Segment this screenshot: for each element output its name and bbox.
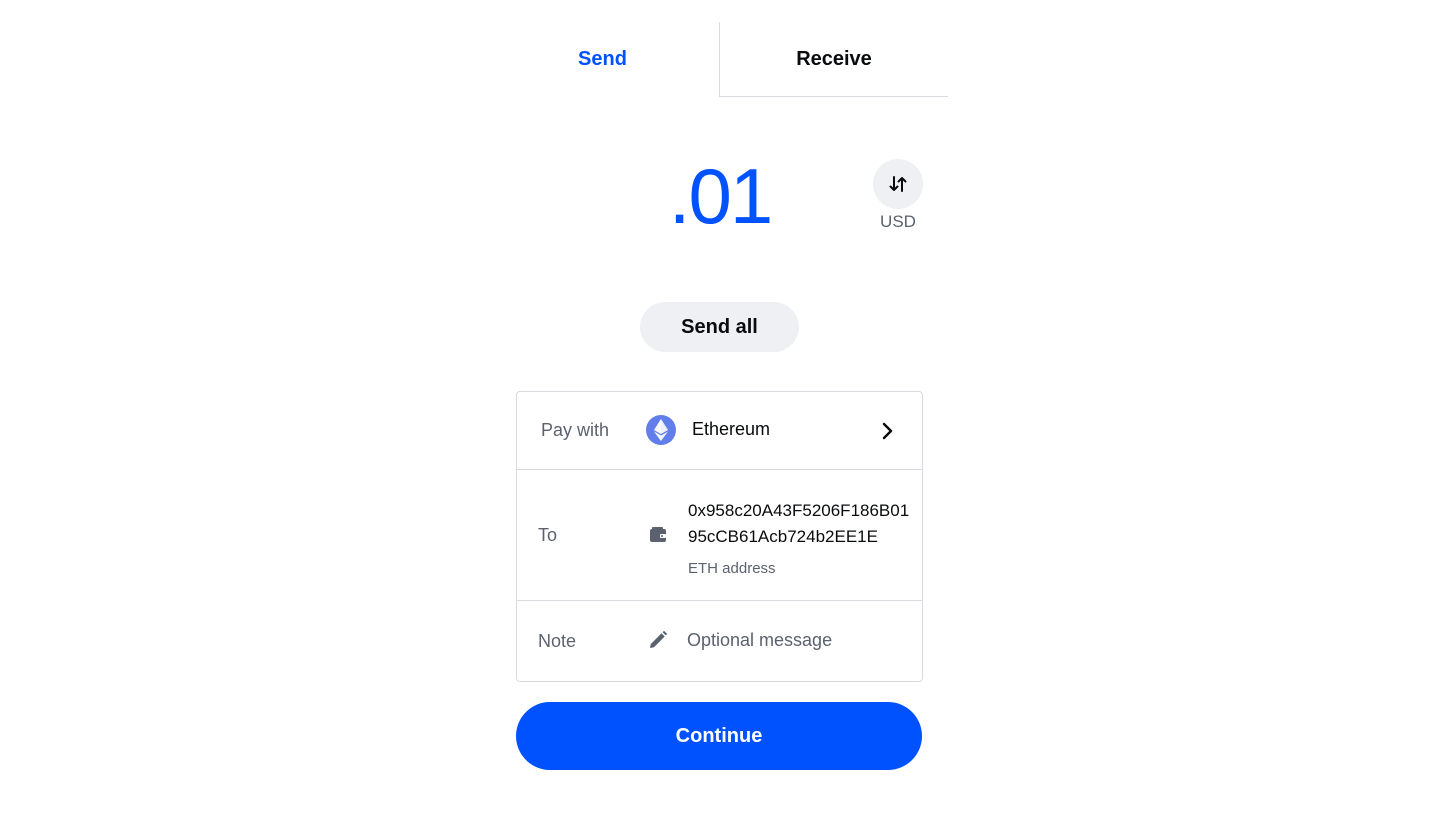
pay-with-row[interactable]: Pay with Ethereum <box>517 392 922 470</box>
chevron-right-icon <box>882 422 893 440</box>
swap-arrows-icon <box>889 176 907 192</box>
to-row[interactable]: To 0x958c20A43F5206F186B0195cCB61Acb724b… <box>517 470 922 601</box>
note-row: Note <box>517 601 922 681</box>
currency-swap-button[interactable] <box>873 159 923 209</box>
currency-label: USD <box>880 212 916 231</box>
note-label: Note <box>538 631 577 651</box>
continue-button[interactable]: Continue <box>516 702 922 770</box>
tab-send[interactable]: Send <box>486 22 719 97</box>
to-label: To <box>538 525 558 545</box>
ethereum-icon <box>646 415 676 445</box>
pencil-icon <box>650 630 668 648</box>
address-type-label: ETH address <box>688 560 776 577</box>
send-receive-tabs: Send Receive <box>486 22 948 97</box>
send-details-card: Pay with Ethereum To 0x958c20A43F5206F18… <box>516 391 923 682</box>
pay-with-label: Pay with <box>541 420 610 440</box>
wallet-icon <box>650 527 666 542</box>
recipient-address: 0x958c20A43F5206F186B0195cCB61Acb724b2EE… <box>688 501 910 546</box>
note-input[interactable] <box>687 623 907 657</box>
pay-with-asset: Ethereum <box>692 419 771 439</box>
send-all-button[interactable]: Send all <box>640 302 799 352</box>
tab-receive[interactable]: Receive <box>719 22 948 97</box>
amount-display[interactable]: .01 <box>560 146 880 246</box>
